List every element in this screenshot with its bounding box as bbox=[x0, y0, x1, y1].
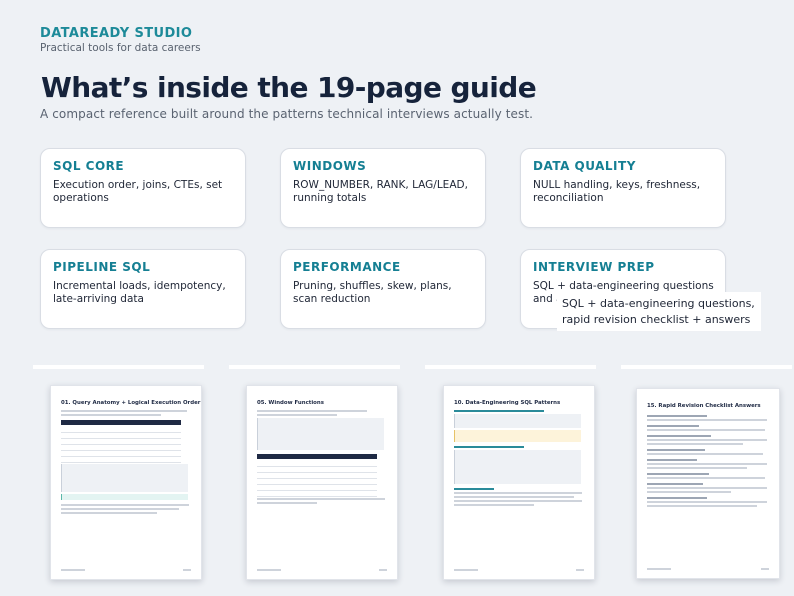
preview-page-query-anatomy: 01. Query Anatomy + Logical Execution Or… bbox=[50, 385, 202, 580]
text-line bbox=[647, 419, 767, 421]
card-title: PERFORMANCE bbox=[293, 260, 401, 274]
card-title: INTERVIEW PREP bbox=[533, 260, 655, 274]
text-line bbox=[647, 435, 711, 437]
code-block bbox=[454, 450, 581, 484]
text-line bbox=[257, 410, 367, 412]
footer-right-rule bbox=[379, 569, 387, 571]
text-line bbox=[647, 449, 705, 451]
text-line bbox=[647, 459, 697, 461]
preview-page-title: 01. Query Anatomy + Logical Execution Or… bbox=[61, 400, 201, 406]
table-row bbox=[257, 490, 377, 497]
footer-left-rule bbox=[647, 568, 671, 570]
footer-right-rule bbox=[576, 569, 584, 571]
overlay-line: rapid revision checklist + answers bbox=[562, 313, 751, 326]
text-line bbox=[647, 505, 757, 507]
text-line bbox=[61, 512, 157, 514]
text-line bbox=[647, 497, 707, 499]
text-line bbox=[647, 477, 765, 479]
tip-block bbox=[61, 494, 188, 500]
card-title: SQL CORE bbox=[53, 159, 125, 173]
text-line bbox=[61, 414, 161, 416]
overlay-text: SQL + data-engineering questions, rapid … bbox=[562, 296, 755, 328]
preview-tab bbox=[621, 365, 792, 369]
page-subtitle: A compact reference built around the pat… bbox=[40, 107, 534, 121]
text-line bbox=[454, 500, 582, 502]
page-footer bbox=[257, 567, 387, 572]
preview-tab bbox=[425, 365, 596, 369]
table-header bbox=[257, 454, 377, 459]
text-line bbox=[647, 425, 699, 427]
footer-left-rule bbox=[454, 569, 478, 571]
section-heading-line bbox=[454, 410, 544, 412]
text-line bbox=[454, 492, 582, 494]
preview-tab bbox=[33, 365, 204, 369]
preview-page-title: 10. Data-Engineering SQL Patterns bbox=[454, 400, 561, 406]
text-line bbox=[647, 491, 731, 493]
brand-name: DATAREADY STUDIO bbox=[40, 26, 193, 41]
section-heading-line bbox=[454, 446, 524, 448]
page-footer bbox=[647, 566, 769, 571]
footer-right-rule bbox=[183, 569, 191, 571]
text-line bbox=[454, 504, 534, 506]
preview-page-title: 15. Rapid Revision Checklist Answers bbox=[647, 403, 761, 409]
card-description: Incremental loads, idempotency, late-arr… bbox=[53, 280, 226, 305]
text-line bbox=[647, 463, 767, 465]
text-line bbox=[647, 467, 747, 469]
card-description: ROW_NUMBER, RANK, LAG/LEAD, running tota… bbox=[293, 179, 468, 204]
text-line bbox=[647, 429, 765, 431]
footer-left-rule bbox=[61, 569, 85, 571]
overlay-line: SQL + data-engineering questions, bbox=[562, 297, 755, 310]
footer-right-rule bbox=[761, 568, 769, 570]
topic-card-data-quality: DATA QUALITY NULL handling, keys, freshn… bbox=[520, 148, 726, 228]
card-description: Execution order, joins, CTEs, set operat… bbox=[53, 179, 223, 204]
topic-card-pipeline-sql: PIPELINE SQL Incremental loads, idempote… bbox=[40, 249, 246, 329]
text-line bbox=[647, 487, 767, 489]
text-line bbox=[647, 415, 707, 417]
card-title: DATA QUALITY bbox=[533, 159, 636, 173]
code-block bbox=[454, 414, 581, 428]
card-title: PIPELINE SQL bbox=[53, 260, 151, 274]
text-line bbox=[647, 453, 763, 455]
preview-tab bbox=[229, 365, 400, 369]
card-description: Pruning, shuffles, skew, plans, scan red… bbox=[293, 280, 452, 305]
card-title: WINDOWS bbox=[293, 159, 367, 173]
text-line bbox=[454, 496, 574, 498]
text-line bbox=[257, 498, 385, 500]
code-block bbox=[257, 418, 384, 450]
footer-left-rule bbox=[257, 569, 281, 571]
brand-tagline: Practical tools for data careers bbox=[40, 42, 201, 54]
topic-card-performance: PERFORMANCE Pruning, shuffles, skew, pla… bbox=[280, 249, 486, 329]
table-row bbox=[61, 456, 181, 463]
description-overlay: SQL + data-engineering questions, rapid … bbox=[557, 292, 761, 331]
text-line bbox=[61, 504, 189, 506]
text-line bbox=[647, 443, 743, 445]
text-line bbox=[647, 501, 767, 503]
section-heading-line bbox=[454, 488, 494, 490]
text-line bbox=[257, 502, 317, 504]
page-footer bbox=[454, 567, 584, 572]
text-line bbox=[61, 508, 179, 510]
preview-page-window-functions: 05. Window Functions bbox=[246, 385, 398, 580]
page-title: What’s inside the 19-page guide bbox=[41, 71, 537, 104]
topic-card-sql-core: SQL CORE Execution order, joins, CTEs, s… bbox=[40, 148, 246, 228]
text-line bbox=[647, 473, 709, 475]
page-footer bbox=[61, 567, 191, 572]
preview-page-data-engineering: 10. Data-Engineering SQL Patterns bbox=[443, 385, 595, 580]
topic-card-windows: WINDOWS ROW_NUMBER, RANK, LAG/LEAD, runn… bbox=[280, 148, 486, 228]
preview-page-title: 05. Window Functions bbox=[257, 400, 324, 406]
text-line bbox=[257, 414, 337, 416]
text-line bbox=[61, 410, 187, 412]
card-description: NULL handling, keys, freshness, reconcil… bbox=[533, 179, 701, 204]
code-block bbox=[61, 464, 188, 492]
text-line bbox=[647, 483, 703, 485]
preview-page-revision-checklist: 15. Rapid Revision Checklist Answers bbox=[636, 388, 780, 579]
text-line bbox=[647, 439, 767, 441]
table-header bbox=[61, 420, 181, 425]
note-block bbox=[454, 430, 581, 442]
